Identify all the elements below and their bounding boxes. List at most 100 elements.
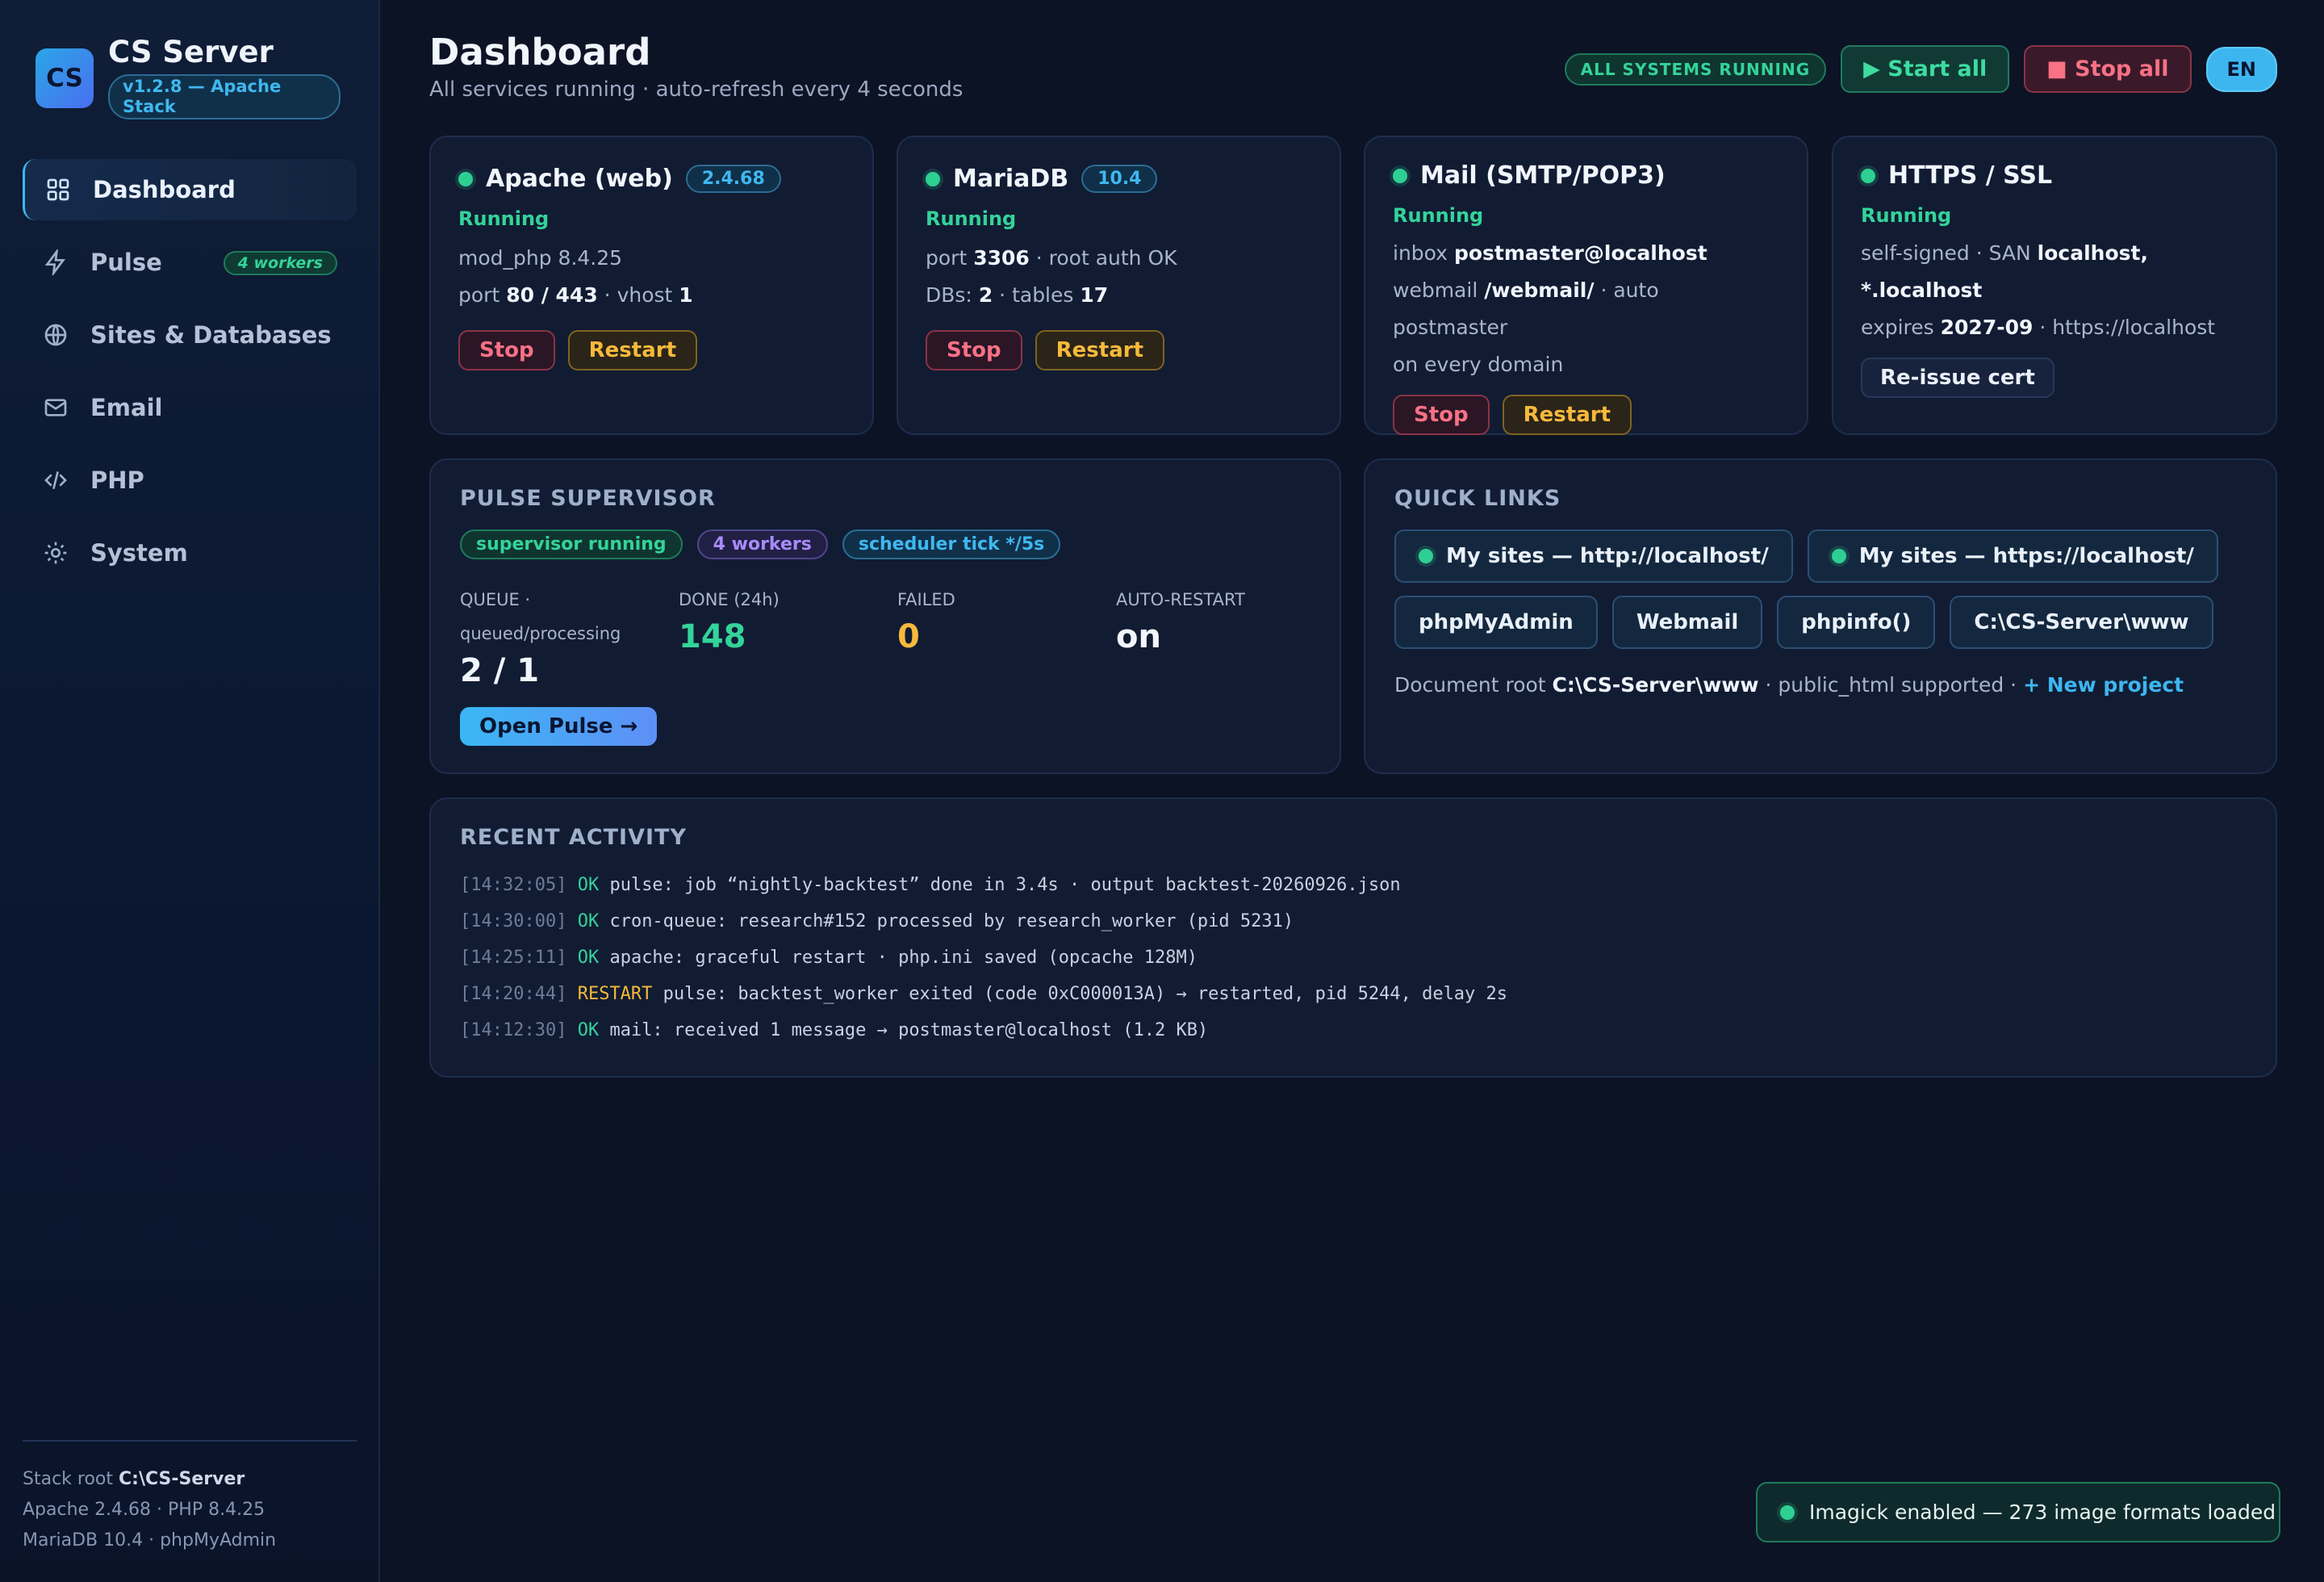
sidebar-item-sites-databases[interactable]: Sites & Databases xyxy=(23,304,357,366)
sidebar-item-system[interactable]: System xyxy=(23,522,357,584)
quick-links-card: QUICK LINKS My sites — http://localhost/… xyxy=(1364,458,2277,774)
tables-label: · tables xyxy=(999,283,1074,307)
log-entry: [14:25:11] OK apache: graceful restart ·… xyxy=(460,940,1507,976)
status-dot xyxy=(1831,549,1846,563)
my-sites-https-link[interactable]: My sites — https://localhost/ xyxy=(1807,529,2218,583)
log-message: apache: graceful restart · php.ini saved… xyxy=(609,948,1198,968)
workers-badge: 4 workers xyxy=(223,251,337,275)
doc-root-path: C:\CS-Server\www xyxy=(1552,673,1759,697)
ssl-header: HTTPS / SSL xyxy=(1861,161,2248,190)
stat-sublabel: queued/processing xyxy=(460,624,621,643)
sidebar-item-email[interactable]: Email xyxy=(23,377,357,438)
sidebar-item-label: Email xyxy=(90,394,163,421)
stack-root-line: Stack root C:\CS-Server xyxy=(23,1464,357,1495)
mariadb-stop-button[interactable]: Stop xyxy=(926,330,1022,370)
globe-icon xyxy=(42,321,69,349)
apache-card: Apache (web) 2.4.68 Running mod_php 8.4.… xyxy=(429,136,874,435)
mariadb-version-badge: 10.4 xyxy=(1081,165,1158,193)
sidebar-item-php[interactable]: PHP xyxy=(23,450,357,511)
sidebar-item-label: Dashboard xyxy=(93,176,236,203)
apache-restart-button[interactable]: Restart xyxy=(567,330,697,370)
stat-value: on xyxy=(1116,618,1161,655)
my-sites-http-link[interactable]: My sites — http://localhost/ xyxy=(1394,529,1793,583)
stat-value: 0 xyxy=(897,618,920,655)
scheduler-chip: scheduler tick */5s xyxy=(842,529,1061,559)
sidebar-item-label: PHP xyxy=(90,467,144,494)
apache-stop-button[interactable]: Stop xyxy=(458,330,555,370)
auth-status: · root auth OK xyxy=(1035,246,1177,270)
stat-queue: QUEUE · queued/processing 2 / 1 xyxy=(460,583,679,689)
mariadb-restart-button[interactable]: Restart xyxy=(1035,330,1164,370)
ssl-actions: Re-issue cert xyxy=(1861,358,2248,398)
reissue-cert-button[interactable]: Re-issue cert xyxy=(1861,358,2054,398)
mariadb-name: MariaDB xyxy=(953,165,1069,193)
stat-failed: FAILED 0 xyxy=(897,583,1116,689)
language-toggle[interactable]: EN xyxy=(2205,46,2277,92)
inbox-label: inbox xyxy=(1393,241,1448,265)
status-dot xyxy=(1393,168,1407,183)
log-time: [14:20:44] xyxy=(460,984,567,1004)
log-level: OK xyxy=(577,911,600,931)
supervisor-chip: supervisor running xyxy=(460,529,683,559)
new-project-link[interactable]: + New project xyxy=(2023,673,2184,697)
open-pulse-button[interactable]: Open Pulse → xyxy=(460,707,658,746)
stat-value: 2 / 1 xyxy=(460,652,540,689)
apache-meta: mod_php 8.4.25 port 80 / 443 · vhost 1 xyxy=(458,240,845,314)
log-message: pulse: backtest_worker exited (code 0xC0… xyxy=(663,984,1508,1004)
app-title: CS Server xyxy=(108,35,274,69)
stat-value: 148 xyxy=(679,618,746,655)
status-dot xyxy=(1419,549,1433,563)
san-wildcard: *.localhost xyxy=(1861,278,1983,302)
mariadb-meta: port 3306 · root auth OK DBs: 2 · tables… xyxy=(926,240,1312,314)
stack-root-path: C:\CS-Server xyxy=(119,1469,245,1489)
log-time: [14:30:00] xyxy=(460,911,567,931)
dbs-value: 2 xyxy=(978,283,993,307)
mariadb-counts: DBs: 2 · tables 17 xyxy=(926,277,1312,314)
log-message: pulse: job “nightly-backtest” done in 3.… xyxy=(609,875,1401,895)
activity-log: [14:32:05] OK pulse: job “nightly-backte… xyxy=(460,867,1507,1048)
apache-ports: port 80 / 443 · vhost 1 xyxy=(458,277,845,314)
vhost-label: · vhost xyxy=(604,283,673,307)
stat-auto-restart: AUTO-RESTART on xyxy=(1116,583,1335,689)
apache-name: Apache (web) xyxy=(486,165,673,193)
log-time: [14:12:30] xyxy=(460,1020,567,1040)
activity-title: RECENT ACTIVITY xyxy=(460,825,687,850)
apache-php-versions: Apache 2.4.68 · PHP 8.4.25 xyxy=(23,1500,265,1520)
pulse-stats: QUEUE · queued/processing 2 / 1 DONE (24… xyxy=(460,583,1335,689)
status-dot xyxy=(1780,1505,1795,1520)
sidebar-item-dashboard[interactable]: Dashboard xyxy=(23,159,357,220)
mail-webmail: webmail /webmail/ · auto postmaster xyxy=(1393,272,1779,346)
mariadb-actions: Stop Restart xyxy=(926,330,1312,370)
link-label: My sites — http://localhost/ xyxy=(1446,544,1769,568)
sidebar-item-label: Sites & Databases xyxy=(90,321,332,349)
apache-status: Running xyxy=(458,207,550,230)
bolt-icon xyxy=(42,249,69,276)
mail-stop-button[interactable]: Stop xyxy=(1393,395,1490,435)
inbox-value: postmaster@localhost xyxy=(1453,241,1707,265)
gear-icon xyxy=(42,539,69,567)
ssl-card: HTTPS / SSL Running self-signed · SAN lo… xyxy=(1832,136,2277,435)
log-level: OK xyxy=(577,948,600,968)
start-all-button[interactable]: ▶ Start all xyxy=(1841,45,2010,93)
sidebar-footer: Stack root C:\CS-Server Apache 2.4.68 · … xyxy=(23,1440,357,1556)
ssl-san: self-signed · SAN localhost, xyxy=(1861,235,2248,272)
grid-icon xyxy=(44,176,72,203)
stop-all-button[interactable]: ■ Stop all xyxy=(2024,45,2192,93)
stat-label: QUEUE · xyxy=(460,590,531,609)
expires-value: 2027-09 xyxy=(1940,316,2034,339)
sidebar-item-pulse[interactable]: Pulse 4 workers xyxy=(23,232,357,293)
apache-actions: Stop Restart xyxy=(458,330,845,370)
toast-text: Imagick enabled — 273 image formats load… xyxy=(1809,1500,2276,1524)
webmail-link[interactable]: Webmail xyxy=(1611,596,1763,649)
ssl-san-wildcard: *.localhost xyxy=(1861,272,2248,309)
phpinfo-link[interactable]: phpinfo() xyxy=(1777,596,1936,649)
link-label: My sites — https://localhost/ xyxy=(1858,544,2194,568)
system-status-badge: ALL SYSTEMS RUNNING xyxy=(1564,52,1827,86)
mail-restart-button[interactable]: Restart xyxy=(1502,395,1632,435)
mail-header: Mail (SMTP/POP3) xyxy=(1393,161,1779,190)
port-label: port xyxy=(458,283,500,307)
phpmyadmin-link[interactable]: phpMyAdmin xyxy=(1394,596,1598,649)
log-entry: [14:12:30] OK mail: received 1 message →… xyxy=(460,1012,1507,1048)
www-folder-link[interactable]: C:\CS-Server\www xyxy=(1950,596,2213,649)
san-value: localhost, xyxy=(2037,241,2148,265)
